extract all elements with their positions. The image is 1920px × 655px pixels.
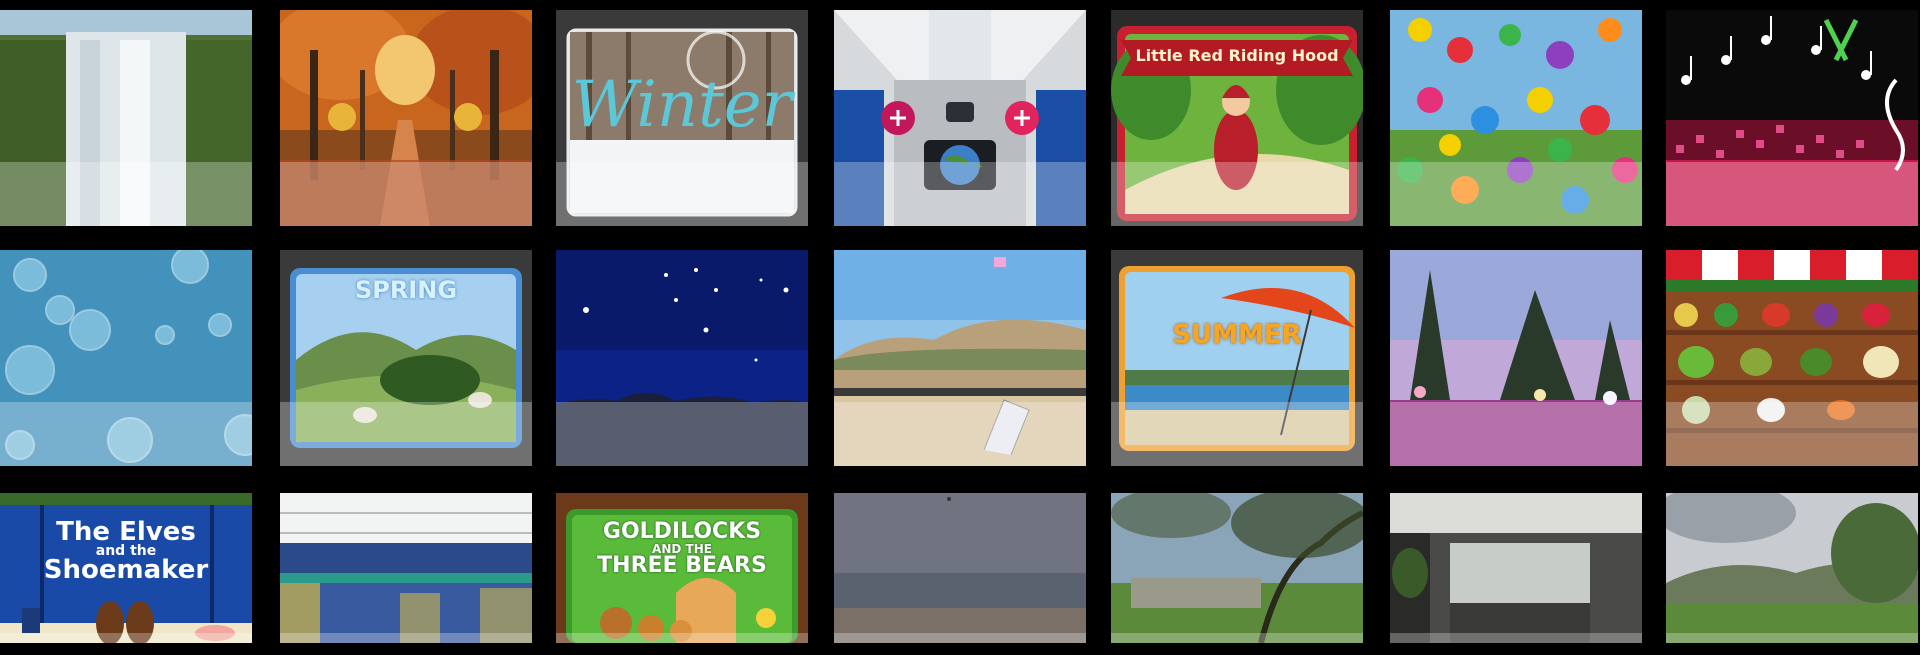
colorful-letters-tile[interactable] bbox=[1390, 10, 1642, 226]
tile-shade bbox=[1111, 402, 1363, 466]
office-interior-tile[interactable] bbox=[1390, 493, 1642, 643]
hills-landscape-tile[interactable] bbox=[1666, 493, 1918, 643]
spring-title: SPRING bbox=[354, 276, 458, 304]
hills-landscape-image bbox=[1666, 493, 1918, 643]
seascape-tile[interactable] bbox=[834, 493, 1086, 643]
vegetable-market-tile[interactable] bbox=[1666, 250, 1918, 466]
tile-shade bbox=[834, 402, 1086, 466]
tile-shade bbox=[280, 162, 532, 226]
scene-gallery: Winter Little Red Riding Hood SPRING SUM… bbox=[0, 0, 1920, 655]
goldilocks-title-line1: GOLDILOCKS bbox=[602, 519, 762, 544]
dusk-trees-tile[interactable] bbox=[1390, 250, 1642, 466]
stadium-image bbox=[280, 493, 532, 643]
night-sky-tile[interactable] bbox=[556, 250, 808, 466]
goldilocks-image: GOLDILOCKS AND THE THREE BEARS bbox=[556, 493, 808, 643]
little-red-riding-hood-tile[interactable]: Little Red Riding Hood bbox=[1111, 10, 1363, 226]
stadium-tile[interactable] bbox=[280, 493, 532, 643]
elves-and-shoemaker-tile[interactable]: The Elves and the Shoemaker bbox=[0, 493, 252, 643]
tile-shade bbox=[834, 162, 1086, 226]
elves-title-line1: The Elves bbox=[56, 517, 196, 547]
tile-shade bbox=[556, 633, 808, 643]
tile-shade bbox=[1390, 402, 1642, 466]
winter-tile[interactable]: Winter bbox=[556, 10, 808, 226]
waterfall-tile[interactable] bbox=[0, 10, 252, 226]
spring-tile[interactable]: SPRING bbox=[280, 250, 532, 466]
beach-tile[interactable] bbox=[834, 250, 1086, 466]
goldilocks-title: GOLDILOCKS AND THE THREE BEARS bbox=[556, 521, 808, 577]
winter-title: Winter bbox=[571, 68, 793, 142]
autumn-forest-tile[interactable] bbox=[280, 10, 532, 226]
tile-shade bbox=[1111, 633, 1363, 643]
tile-shade bbox=[1666, 633, 1918, 643]
tile-shade bbox=[1666, 402, 1918, 466]
elves-and-shoemaker-title: The Elves and the Shoemaker bbox=[0, 517, 252, 585]
tile-shade bbox=[280, 633, 532, 643]
elves-title-line3: Shoemaker bbox=[43, 555, 209, 585]
seascape-image bbox=[834, 493, 1086, 643]
summer-tile[interactable]: SUMMER bbox=[1111, 250, 1363, 466]
summer-title: SUMMER bbox=[1172, 320, 1302, 350]
goldilocks-tile[interactable]: GOLDILOCKS AND THE THREE BEARS bbox=[556, 493, 808, 643]
tile-shade bbox=[1390, 633, 1642, 643]
tile-shade bbox=[556, 402, 808, 466]
tile-shade bbox=[1111, 162, 1363, 226]
airplane-cabin-tile[interactable] bbox=[834, 10, 1086, 226]
tile-shade bbox=[0, 162, 252, 226]
tile-shade bbox=[1666, 162, 1918, 226]
tile-shade bbox=[0, 402, 252, 466]
tile-shade bbox=[834, 633, 1086, 643]
country-house-tile[interactable] bbox=[1111, 493, 1363, 643]
elves-and-shoemaker-image: The Elves and the Shoemaker bbox=[0, 493, 252, 643]
tile-shade bbox=[556, 162, 808, 226]
tile-shade bbox=[1390, 162, 1642, 226]
little-red-riding-hood-title: Little Red Riding Hood bbox=[1135, 46, 1339, 65]
office-interior-image bbox=[1390, 493, 1642, 643]
goldilocks-title-line3: THREE BEARS bbox=[597, 553, 767, 578]
country-house-image bbox=[1111, 493, 1363, 643]
tile-shade bbox=[0, 633, 252, 643]
music-notes-tile[interactable] bbox=[1666, 10, 1918, 226]
tile-shade bbox=[280, 402, 532, 466]
bubbles-tile[interactable] bbox=[0, 250, 252, 466]
